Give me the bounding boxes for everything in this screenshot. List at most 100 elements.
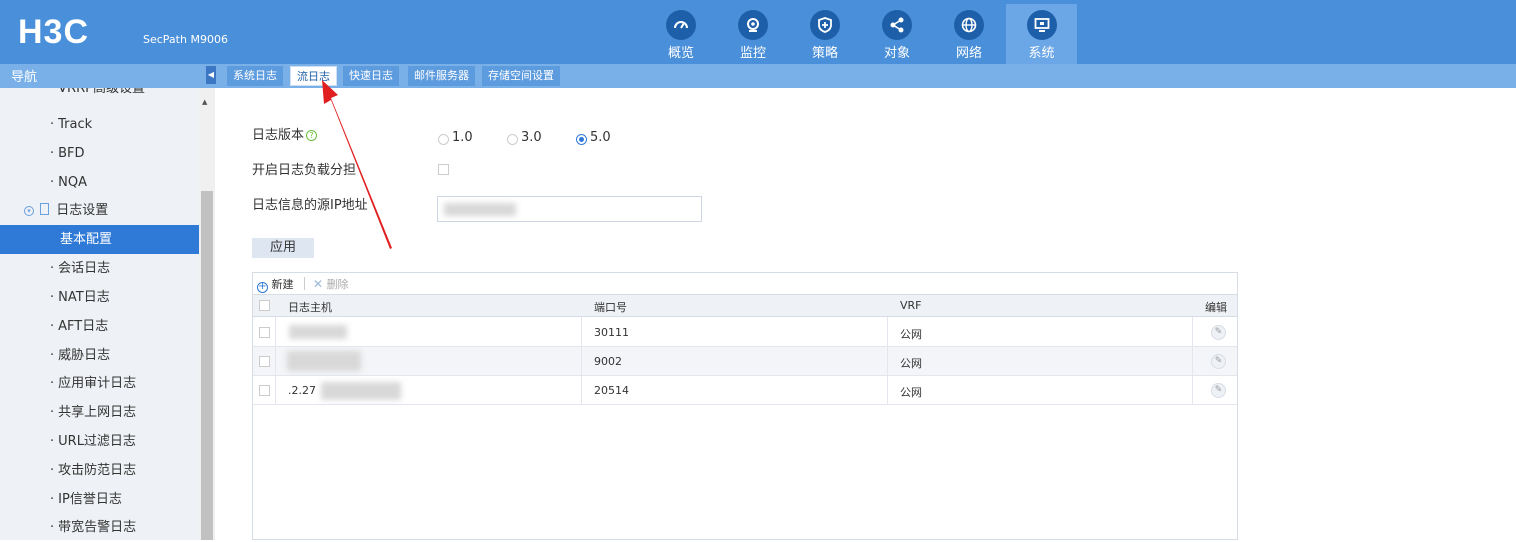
sidebar-item-session-log[interactable]: · 会话日志 <box>0 254 199 283</box>
delete-button-label: 删除 <box>326 278 349 291</box>
apply-button[interactable]: 应用 <box>252 238 314 258</box>
tab-fast-log[interactable]: 快速日志 <box>343 66 399 86</box>
source-ip-input[interactable] <box>437 196 702 222</box>
scroll-up-icon[interactable]: ▲ <box>202 98 212 108</box>
sidebar-item-label: 日志设置 <box>56 203 109 218</box>
toolbar-divider <box>304 277 305 290</box>
column-header-host[interactable]: 日志主机 <box>288 299 332 315</box>
sidebar-item-label: 基本配置 <box>60 232 113 247</box>
sidebar-item-label: 会话日志 <box>58 261 111 276</box>
row-checkbox[interactable] <box>259 356 270 367</box>
table-row[interactable]: 30111 公网 ✎ <box>253 318 1237 347</box>
sidebar-item-label: Track <box>58 117 93 132</box>
sidebar-scroll-thumb[interactable] <box>201 191 213 540</box>
column-header-port[interactable]: 端口号 <box>594 299 627 315</box>
sidebar-item-label: URL过滤日志 <box>58 434 136 449</box>
nav-tab-monitor[interactable]: 监控 <box>718 4 788 62</box>
sidebar-item-ip-reputation-log[interactable]: · IP信誉日志 <box>0 485 199 514</box>
sidebar-item-url-filter-log[interactable]: · URL过滤日志 <box>0 427 199 456</box>
column-divider <box>581 317 582 404</box>
table-toolbar: + 新建 ✕ 删除 <box>253 273 1237 294</box>
sidebar-item-basic-config[interactable]: 基本配置 <box>0 225 199 254</box>
brand-logo: H3C <box>18 13 90 51</box>
host-cell: .2.27 <box>288 384 316 397</box>
monitor-icon <box>738 10 768 40</box>
port-cell: 30111 <box>594 326 629 339</box>
column-header-edit: 编辑 <box>1205 301 1227 314</box>
share-icon <box>882 10 912 40</box>
version-radio-label: 1.0 <box>452 130 473 145</box>
version-radio-5-0[interactable] <box>576 134 587 145</box>
nav-tab-objects[interactable]: 对象 <box>862 4 932 62</box>
version-radio-label: 3.0 <box>521 130 542 145</box>
column-divider <box>887 317 888 404</box>
device-model: SecPath M9006 <box>143 33 228 46</box>
load-balance-checkbox[interactable] <box>438 164 449 175</box>
display-icon <box>1026 10 1057 40</box>
edit-icon[interactable]: ✎ <box>1211 383 1226 398</box>
vrf-cell: 公网 <box>900 328 922 341</box>
sidebar-item-vrrp[interactable]: · VRRP高级设置 <box>0 88 199 108</box>
select-all-checkbox[interactable] <box>259 300 270 311</box>
sidebar-item-threat-log[interactable]: · 威胁日志 <box>0 341 199 370</box>
nav-tab-label: 概览 <box>667 46 694 61</box>
shield-icon <box>810 10 840 40</box>
delete-button[interactable]: ✕ 删除 <box>313 276 349 292</box>
help-icon[interactable]: ? <box>306 130 318 141</box>
sidebar-item-label: AFT日志 <box>58 319 109 334</box>
sidebar-item-label: NQA <box>58 175 87 190</box>
table-row[interactable]: .2.27 20514 公网 ✎ <box>253 376 1237 405</box>
version-radio-label: 5.0 <box>590 130 611 145</box>
sidebar-item-label: 威胁日志 <box>58 348 111 363</box>
table-row[interactable]: 9002 公网 ✎ <box>253 347 1237 376</box>
nav-tab-network[interactable]: 网络 <box>934 4 1004 62</box>
new-button-label: 新建 <box>271 278 294 291</box>
tab-flow-log[interactable]: 流日志 <box>290 66 337 86</box>
globe-icon <box>954 10 984 40</box>
edit-icon[interactable]: ✎ <box>1211 354 1226 369</box>
sidebar-item-aft-log[interactable]: · AFT日志 <box>0 312 199 341</box>
sidebar-item-bfd[interactable]: · BFD <box>0 139 199 168</box>
sidebar-item-label: 应用审计日志 <box>58 376 137 391</box>
nav-tab-system[interactable]: 系统 <box>1006 4 1077 64</box>
top-header: H3C SecPath M9006 概览 监控 策略 对象 网络 系统 <box>0 0 1516 64</box>
expand-icon: ▾ <box>24 206 34 216</box>
column-header-vrf[interactable]: VRF <box>900 299 922 312</box>
nav-tab-overview[interactable]: 概览 <box>646 4 716 62</box>
sidebar-item-label: NAT日志 <box>58 290 110 305</box>
collapse-sidebar-icon[interactable]: ◀ <box>206 66 216 84</box>
version-radio-3-0[interactable] <box>507 134 518 145</box>
tab-mail-server[interactable]: 邮件服务器 <box>408 66 475 86</box>
sidebar-item-label: VRRP高级设置 <box>58 88 145 96</box>
row-checkbox[interactable] <box>259 385 270 396</box>
sidebar-item-track[interactable]: · Track <box>0 110 199 139</box>
delete-icon: ✕ <box>313 277 324 291</box>
nav-tab-policy[interactable]: 策略 <box>790 4 860 62</box>
tab-system-log[interactable]: 系统日志 <box>227 66 283 86</box>
sidebar-item-attack-defense-log[interactable]: · 攻击防范日志 <box>0 456 199 485</box>
tab-storage-settings[interactable]: 存储空间设置 <box>482 66 560 86</box>
log-version-label: 日志版本? <box>252 124 318 143</box>
redacted-value <box>444 203 516 216</box>
new-button[interactable]: + 新建 <box>257 276 294 293</box>
sidebar-item-label: 带宽告警日志 <box>58 520 137 535</box>
column-divider <box>275 317 276 404</box>
sidebar-item-bandwidth-alarm-log[interactable]: · 带宽告警日志 <box>0 513 199 542</box>
version-radio-1-0[interactable] <box>438 134 449 145</box>
sidebar-item-label: IP信誉日志 <box>58 492 122 507</box>
sidebar-group-log-settings[interactable]: ▾ 日志设置 <box>0 196 199 225</box>
table-header: 日志主机 端口号 VRF 编辑 <box>253 294 1237 317</box>
nav-tab-label: 监控 <box>739 46 766 61</box>
redacted-value <box>321 382 401 400</box>
vrf-cell: 公网 <box>900 386 922 399</box>
sidebar-item-app-audit-log[interactable]: · 应用审计日志 <box>0 369 199 398</box>
sidebar-item-shared-access-log[interactable]: · 共享上网日志 <box>0 398 199 427</box>
edit-icon[interactable]: ✎ <box>1211 325 1226 340</box>
document-icon <box>40 203 50 215</box>
sidebar-item-nat-log[interactable]: · NAT日志 <box>0 283 199 312</box>
sidebar-item-nqa[interactable]: · NQA <box>0 168 199 197</box>
nav-tab-label: 网络 <box>955 46 982 61</box>
nav-tab-label: 对象 <box>883 46 910 61</box>
row-checkbox[interactable] <box>259 327 270 338</box>
log-version-text: 日志版本 <box>252 128 305 143</box>
